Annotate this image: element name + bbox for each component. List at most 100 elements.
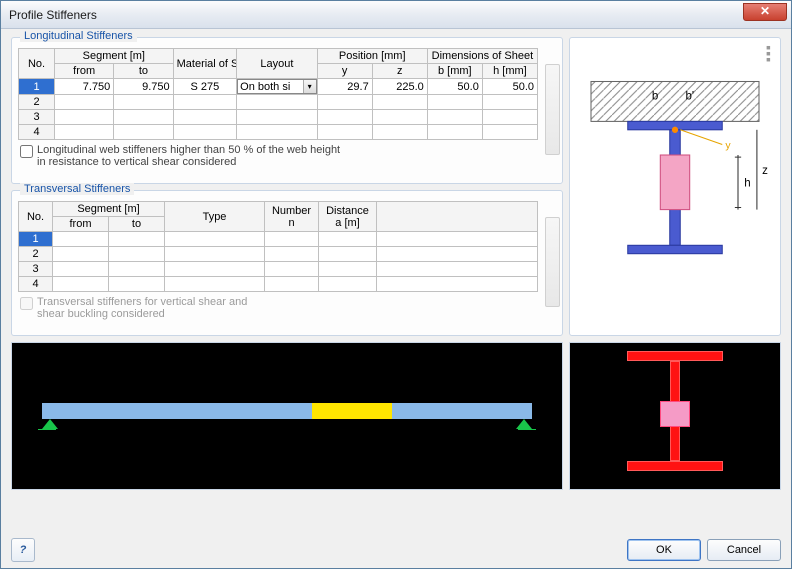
cell[interactable] bbox=[372, 125, 427, 140]
cell[interactable] bbox=[55, 125, 114, 140]
table-row[interactable]: 4 bbox=[19, 277, 538, 292]
row-number[interactable]: 3 bbox=[19, 262, 53, 277]
row-number[interactable]: 2 bbox=[19, 95, 55, 110]
col-b: b [mm] bbox=[427, 64, 482, 79]
longitudinal-checkbox-label: Longitudinal web stiffeners higher than … bbox=[37, 144, 340, 168]
cell[interactable] bbox=[173, 110, 237, 125]
cell[interactable] bbox=[165, 277, 265, 292]
cell[interactable]: 9.750 bbox=[114, 79, 173, 95]
row-number[interactable]: 4 bbox=[19, 125, 55, 140]
cell[interactable]: 29.7 bbox=[317, 79, 372, 95]
svg-text:b: b bbox=[652, 90, 658, 102]
ok-button[interactable]: OK bbox=[627, 539, 701, 561]
col-to: to bbox=[114, 64, 173, 79]
cell[interactable] bbox=[317, 95, 372, 110]
cell[interactable] bbox=[53, 247, 109, 262]
row-number[interactable]: 2 bbox=[19, 247, 53, 262]
cell[interactable] bbox=[237, 110, 317, 125]
cell[interactable] bbox=[53, 232, 109, 247]
row-number[interactable]: 1 bbox=[19, 232, 53, 247]
cell[interactable] bbox=[109, 247, 165, 262]
cell[interactable] bbox=[317, 125, 372, 140]
cell[interactable]: 7.750 bbox=[55, 79, 114, 95]
cell[interactable] bbox=[372, 95, 427, 110]
cell[interactable] bbox=[109, 232, 165, 247]
cell[interactable]: 225.0 bbox=[372, 79, 427, 95]
cell[interactable] bbox=[319, 247, 377, 262]
cell[interactable] bbox=[427, 95, 482, 110]
cell[interactable] bbox=[114, 110, 173, 125]
cell[interactable] bbox=[165, 247, 265, 262]
cell[interactable] bbox=[319, 277, 377, 292]
longitudinal-checkbox-row[interactable]: Longitudinal web stiffeners higher than … bbox=[18, 144, 556, 168]
cell[interactable] bbox=[173, 125, 237, 140]
cell[interactable] bbox=[109, 262, 165, 277]
cell[interactable] bbox=[237, 95, 317, 110]
table-row[interactable]: 2 bbox=[19, 247, 538, 262]
layout-cell[interactable]: On both si ▾ bbox=[237, 79, 317, 95]
cell[interactable] bbox=[377, 247, 538, 262]
col-no: No. bbox=[19, 202, 53, 232]
cell[interactable] bbox=[53, 262, 109, 277]
transversal-table[interactable]: No. Segment [m] Type Number n Distance a… bbox=[18, 201, 538, 292]
row-number[interactable]: 1 bbox=[19, 79, 55, 95]
table-row[interactable]: 3 bbox=[19, 110, 538, 125]
cell[interactable] bbox=[114, 95, 173, 110]
cell[interactable] bbox=[427, 110, 482, 125]
longitudinal-group: Longitudinal Stiffeners No. Segment [m] … bbox=[11, 37, 563, 184]
cell[interactable] bbox=[377, 262, 538, 277]
cell[interactable] bbox=[55, 110, 114, 125]
cell[interactable] bbox=[165, 232, 265, 247]
svg-text:z: z bbox=[762, 165, 768, 177]
cell[interactable] bbox=[482, 110, 537, 125]
chevron-down-icon[interactable]: ▾ bbox=[303, 80, 316, 93]
col-position: Position [mm] bbox=[317, 49, 427, 64]
cell[interactable] bbox=[377, 232, 538, 247]
longitudinal-scrollbar[interactable] bbox=[545, 64, 560, 155]
transversal-checkbox-row: Transversal stiffeners for vertical shea… bbox=[18, 296, 556, 320]
cell[interactable] bbox=[265, 247, 319, 262]
row-number[interactable]: 3 bbox=[19, 110, 55, 125]
cell[interactable] bbox=[265, 262, 319, 277]
layout-dropdown[interactable]: On both si ▾ bbox=[237, 79, 316, 94]
cell[interactable] bbox=[319, 232, 377, 247]
cell[interactable] bbox=[173, 95, 237, 110]
col-segment: Segment [m] bbox=[53, 202, 165, 217]
col-z: z bbox=[372, 64, 427, 79]
cell[interactable] bbox=[265, 277, 319, 292]
cell[interactable] bbox=[377, 277, 538, 292]
cancel-button[interactable]: Cancel bbox=[707, 539, 781, 561]
table-row[interactable]: 4 bbox=[19, 125, 538, 140]
table-row[interactable]: 1 7.750 9.750 S 275 On both si ▾ 29.7 22… bbox=[19, 79, 538, 95]
help-button[interactable]: ? bbox=[11, 538, 35, 562]
close-button[interactable]: ✕ bbox=[743, 3, 787, 21]
cell[interactable] bbox=[265, 232, 319, 247]
cell[interactable]: S 275 bbox=[173, 79, 237, 95]
cell[interactable] bbox=[109, 277, 165, 292]
cell[interactable] bbox=[165, 262, 265, 277]
ground-icon bbox=[38, 429, 56, 430]
cell[interactable] bbox=[372, 110, 427, 125]
longitudinal-shear-checkbox[interactable] bbox=[20, 145, 33, 158]
cell[interactable] bbox=[319, 262, 377, 277]
table-row[interactable]: 2 bbox=[19, 95, 538, 110]
panel-menu-icon[interactable]: ▪▪▪ bbox=[766, 44, 776, 62]
cell[interactable] bbox=[427, 125, 482, 140]
cell[interactable] bbox=[482, 95, 537, 110]
window-title: Profile Stiffeners bbox=[9, 8, 97, 22]
table-row[interactable]: 3 bbox=[19, 262, 538, 277]
cell[interactable]: 50.0 bbox=[482, 79, 537, 95]
row-number[interactable]: 4 bbox=[19, 277, 53, 292]
support-left-icon bbox=[42, 419, 58, 429]
transversal-checkbox-label: Transversal stiffeners for vertical shea… bbox=[37, 296, 247, 320]
cell[interactable] bbox=[482, 125, 537, 140]
longitudinal-table[interactable]: No. Segment [m] Material of Steel Layout… bbox=[18, 48, 538, 140]
cell[interactable] bbox=[55, 95, 114, 110]
cell[interactable] bbox=[53, 277, 109, 292]
cell[interactable] bbox=[237, 125, 317, 140]
cell[interactable] bbox=[114, 125, 173, 140]
transversal-scrollbar[interactable] bbox=[545, 217, 560, 307]
cell[interactable] bbox=[317, 110, 372, 125]
table-row[interactable]: 1 bbox=[19, 232, 538, 247]
cell[interactable]: 50.0 bbox=[427, 79, 482, 95]
